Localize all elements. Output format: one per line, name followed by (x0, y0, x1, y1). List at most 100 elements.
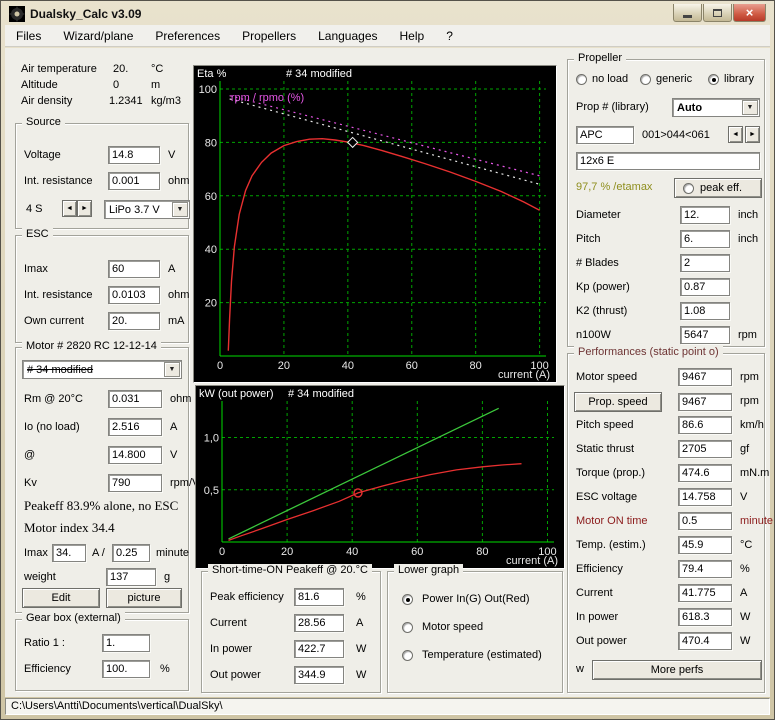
picture-button[interactable]: picture (106, 588, 182, 608)
menu-languages[interactable]: Languages (307, 26, 388, 46)
prop-speed-button[interactable]: Prop. speed (574, 392, 662, 412)
ratio-label: Ratio 1 : (24, 637, 65, 649)
peak-eff-label: peak eff. (700, 182, 742, 194)
menu-files[interactable]: Files (5, 26, 52, 46)
esc-group-title: ESC (22, 228, 53, 240)
torque-input[interactable] (678, 464, 732, 482)
peak-efficiency-input[interactable] (294, 588, 344, 606)
esc-imax-unit: A (168, 263, 175, 275)
esc-imax-input[interactable] (108, 260, 160, 278)
prop-speed-input[interactable] (678, 393, 732, 411)
air-density-unit: kg/m3 (151, 95, 181, 107)
radio-generic[interactable] (640, 74, 651, 85)
pitch-input[interactable] (680, 230, 730, 248)
esc-own-current-unit: mA (168, 315, 185, 327)
radio-generic-label: generic (656, 73, 692, 85)
current-input[interactable] (678, 584, 732, 602)
prop-prev-button[interactable]: ◄ (728, 126, 743, 143)
source-int-resistance-input[interactable] (108, 172, 160, 190)
motor-select-combo[interactable]: # 34 modified ▼ (22, 360, 182, 379)
radio-temperature[interactable] (402, 650, 413, 661)
maximize-button[interactable] (703, 4, 732, 22)
chevron-down-icon[interactable]: ▼ (164, 362, 180, 377)
svg-text:80: 80 (205, 137, 217, 149)
peak-out-power-input[interactable] (294, 666, 344, 684)
motor-speed-input[interactable] (678, 368, 732, 386)
arrow-left-icon: ◄ (732, 131, 739, 138)
peak-in-power-unit: W (356, 643, 366, 655)
esc-int-resistance-unit: ohm (168, 289, 189, 301)
app-icon (9, 6, 25, 22)
gear-efficiency-input[interactable] (102, 660, 150, 678)
radio-peak-eff[interactable] (683, 183, 694, 194)
voltage-input[interactable] (108, 146, 160, 164)
k2-thrust-input[interactable] (680, 302, 730, 320)
esc-int-resistance-input[interactable] (108, 286, 160, 304)
io-label: Io (no load) (24, 421, 80, 433)
in-power-label: In power (576, 611, 618, 623)
power-chart: 1,00,5020406080100kW (out power)# 34 mod… (196, 386, 564, 568)
peak-current-input[interactable] (294, 614, 344, 632)
radio-motor-speed[interactable] (402, 622, 413, 633)
more-perfs-button[interactable]: More perfs (592, 660, 762, 680)
diameter-input[interactable] (680, 206, 730, 224)
efficiency-input[interactable] (678, 560, 732, 578)
esc-voltage-input[interactable] (678, 488, 732, 506)
temp-estim-unit: °C (740, 539, 752, 551)
in-power-input[interactable] (678, 608, 732, 626)
menu-help[interactable]: Help (389, 26, 436, 46)
static-thrust-input[interactable] (678, 440, 732, 458)
menu-preferences[interactable]: Preferences (144, 26, 231, 46)
svg-text:Eta %: Eta % (197, 68, 227, 80)
lower-graph-group-title: Lower graph (394, 564, 463, 576)
close-icon: × (746, 5, 754, 20)
menu-propellers[interactable]: Propellers (231, 26, 307, 46)
motor-imax-input[interactable] (52, 544, 86, 562)
peak-in-power-input[interactable] (294, 640, 344, 658)
efficiency-unit: % (740, 563, 750, 575)
peak-out-power-unit: W (356, 669, 366, 681)
menu-wizard-plane[interactable]: Wizard/plane (52, 26, 144, 46)
esc-own-current-input[interactable] (108, 312, 160, 330)
motor-index-note: Motor index 34.4 (24, 520, 115, 536)
radio-no-load[interactable] (576, 74, 587, 85)
n100w-input[interactable] (680, 326, 730, 344)
peak-eff-button[interactable]: peak eff. (674, 178, 762, 198)
kp-power-input[interactable] (680, 278, 730, 296)
ratio-input[interactable] (102, 634, 150, 652)
motor-imax-minutes-input[interactable] (112, 544, 150, 562)
edit-button[interactable]: Edit (22, 588, 100, 608)
static-thrust-unit: gf (740, 443, 749, 455)
close-button[interactable]: × (733, 4, 766, 22)
radio-power-in-out[interactable] (402, 594, 413, 605)
chevron-down-icon[interactable]: ▼ (172, 202, 188, 217)
blades-input[interactable] (680, 254, 730, 272)
chevron-down-icon[interactable]: ▼ (742, 100, 758, 115)
rm-input[interactable] (108, 390, 162, 408)
prop-brand-input[interactable] (576, 126, 634, 144)
radio-no-load-label: no load (592, 73, 628, 85)
menu-question[interactable]: ? (435, 26, 464, 46)
battery-type-combo[interactable]: LiPo 3.7 V ▼ (104, 200, 190, 219)
diameter-unit: inch (738, 209, 758, 221)
cells-decrement-button[interactable]: ◄ (62, 200, 77, 217)
at-voltage-input[interactable] (108, 446, 162, 464)
performances-group: Performances (static point o) Motor spee… (567, 353, 765, 693)
weight-input[interactable] (106, 568, 156, 586)
prop-name-input[interactable] (576, 152, 760, 170)
prop-next-button[interactable]: ► (745, 126, 760, 143)
cells-increment-button[interactable]: ► (77, 200, 92, 217)
in-power-unit: W (740, 611, 750, 623)
out-power-input[interactable] (678, 632, 732, 650)
kv-input[interactable] (108, 474, 162, 492)
prop-library-combo[interactable]: Auto ▼ (672, 98, 760, 117)
arrow-right-icon: ► (81, 205, 88, 212)
minimize-button[interactable] (673, 4, 702, 22)
pitch-speed-input[interactable] (678, 416, 732, 434)
io-input[interactable] (108, 418, 162, 436)
temp-estim-input[interactable] (678, 536, 732, 554)
svg-text:# 34 modified: # 34 modified (286, 68, 352, 80)
titlebar[interactable]: Dualsky_Calc v3.09 × (3, 3, 772, 24)
motor-on-time-input[interactable] (678, 512, 732, 530)
radio-library[interactable] (708, 74, 719, 85)
